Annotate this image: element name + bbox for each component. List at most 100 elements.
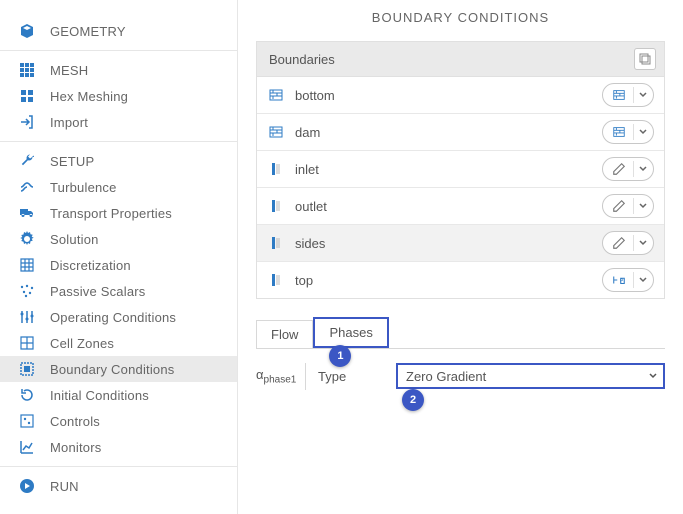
patch-icon bbox=[267, 271, 285, 289]
grid-icon bbox=[18, 61, 36, 79]
sidebar-item-label: Import bbox=[50, 115, 88, 130]
sidebar-item-transport-properties[interactable]: Transport Properties bbox=[0, 200, 237, 226]
sidebar-header-setup[interactable]: SETUP bbox=[0, 148, 237, 174]
tab-flow[interactable]: Flow bbox=[256, 320, 313, 348]
chevron-down-icon bbox=[633, 161, 649, 177]
wall-icon bbox=[611, 87, 627, 103]
sidebar-item-label: Transport Properties bbox=[50, 206, 172, 221]
sidebar-item-label: RUN bbox=[50, 479, 79, 494]
sidebar-header-run[interactable]: RUN bbox=[0, 473, 237, 499]
sidebar-item-label: Cell Zones bbox=[50, 336, 114, 351]
boundary-row-inlet[interactable]: inlet bbox=[257, 151, 664, 188]
boundary-row-dam[interactable]: dam bbox=[257, 114, 664, 151]
tab-label: Phases bbox=[329, 325, 372, 340]
patch-icon bbox=[267, 160, 285, 178]
boundary-type-selector[interactable]: P bbox=[602, 268, 654, 292]
boundary-name-label: top bbox=[295, 273, 602, 288]
pencil-icon bbox=[611, 198, 627, 214]
chevron-down-icon bbox=[633, 235, 649, 251]
sidebar-header-geometry[interactable]: GEOMETRY bbox=[0, 18, 237, 44]
alpha-phase-label: αphase1 bbox=[256, 363, 306, 390]
import-icon bbox=[18, 113, 36, 131]
sidebar-item-label: GEOMETRY bbox=[50, 24, 126, 39]
sidebar-item-import[interactable]: Import bbox=[0, 109, 237, 135]
sidebar-item-turbulence[interactable]: Turbulence bbox=[0, 174, 237, 200]
boundary-name-label: inlet bbox=[295, 162, 602, 177]
sidebar-item-monitors[interactable]: Monitors bbox=[0, 434, 237, 460]
swirl-icon bbox=[18, 178, 36, 196]
chevron-down-icon bbox=[633, 272, 649, 288]
boundary-type-selector[interactable] bbox=[602, 83, 654, 107]
main-panel: BOUNDARY CONDITIONS Boundaries bottom da… bbox=[238, 0, 683, 514]
boundaries-header-label: Boundaries bbox=[269, 52, 634, 67]
boundary-type-selector[interactable] bbox=[602, 231, 654, 255]
boundary-row-bottom[interactable]: bottom bbox=[257, 77, 664, 114]
wall-icon bbox=[611, 124, 627, 140]
boundaries-panel: Boundaries bottom dam bbox=[256, 41, 665, 299]
chevron-down-icon bbox=[633, 87, 649, 103]
svg-text:P: P bbox=[620, 279, 624, 285]
reset-icon bbox=[18, 386, 36, 404]
tab-label: Flow bbox=[271, 327, 298, 342]
boundary-row-outlet[interactable]: outlet bbox=[257, 188, 664, 225]
hex-icon bbox=[18, 87, 36, 105]
sidebar-item-controls[interactable]: Controls bbox=[0, 408, 237, 434]
sidebar-item-hex-meshing[interactable]: Hex Meshing bbox=[0, 83, 237, 109]
type-select[interactable]: Zero Gradient 2 bbox=[396, 363, 665, 389]
sidebar-item-operating-conditions[interactable]: Operating Conditions bbox=[0, 304, 237, 330]
chevron-down-icon bbox=[633, 198, 649, 214]
grid3-icon bbox=[18, 256, 36, 274]
sidebar-item-solution[interactable]: Solution bbox=[0, 226, 237, 252]
boundary-row-top[interactable]: top P bbox=[257, 262, 664, 298]
chevron-down-icon bbox=[633, 124, 649, 140]
sidebar-item-label: SETUP bbox=[50, 154, 94, 169]
scatter-icon bbox=[18, 282, 36, 300]
atmosphere-icon: P bbox=[611, 272, 627, 288]
chevron-down-icon bbox=[647, 371, 659, 381]
boundary-name-label: sides bbox=[295, 236, 602, 251]
patch-icon bbox=[267, 197, 285, 215]
sidebar-item-label: Monitors bbox=[50, 440, 101, 455]
sidebar-item-label: Solution bbox=[50, 232, 99, 247]
sidebar-item-passive-scalars[interactable]: Passive Scalars bbox=[0, 278, 237, 304]
wrench-icon bbox=[18, 152, 36, 170]
wall-icon bbox=[267, 123, 285, 141]
controls-icon bbox=[18, 412, 36, 430]
boundaries-header: Boundaries bbox=[257, 42, 664, 77]
boundary-type-selector[interactable] bbox=[602, 157, 654, 181]
sidebar-item-boundary-conditions[interactable]: Boundary Conditions bbox=[0, 356, 237, 382]
phase-type-row: αphase1 Type Zero Gradient 2 bbox=[256, 363, 665, 390]
play-icon bbox=[18, 477, 36, 495]
sidebar-item-label: Initial Conditions bbox=[50, 388, 149, 403]
gear-icon bbox=[18, 230, 36, 248]
sliders-icon bbox=[18, 308, 36, 326]
callout-2: 2 bbox=[402, 389, 424, 411]
sidebar-header-mesh[interactable]: MESH bbox=[0, 57, 237, 83]
page-title: BOUNDARY CONDITIONS bbox=[256, 10, 665, 25]
sidebar-item-label: Passive Scalars bbox=[50, 284, 145, 299]
sidebar-item-discretization[interactable]: Discretization bbox=[0, 252, 237, 278]
tab-phases[interactable]: Phases 1 bbox=[313, 317, 388, 348]
boundary-type-selector[interactable] bbox=[602, 194, 654, 218]
chart-icon bbox=[18, 438, 36, 456]
boundary-icon bbox=[18, 360, 36, 378]
sidebar-item-cell-zones[interactable]: Cell Zones bbox=[0, 330, 237, 356]
sidebar-item-label: Operating Conditions bbox=[50, 310, 176, 325]
pencil-icon bbox=[611, 161, 627, 177]
sidebar-item-label: Turbulence bbox=[50, 180, 117, 195]
sidebar-item-initial-conditions[interactable]: Initial Conditions bbox=[0, 382, 237, 408]
sidebar-item-label: Discretization bbox=[50, 258, 131, 273]
sidebar-item-label: Hex Meshing bbox=[50, 89, 128, 104]
copy-icon bbox=[639, 53, 651, 65]
sidebar: GEOMETRY MESH Hex Meshing Import bbox=[0, 0, 238, 514]
type-label: Type bbox=[306, 369, 396, 384]
zones-icon bbox=[18, 334, 36, 352]
boundary-row-sides[interactable]: sides bbox=[257, 225, 664, 262]
truck-icon bbox=[18, 204, 36, 222]
boundary-type-selector[interactable] bbox=[602, 120, 654, 144]
wall-icon bbox=[267, 86, 285, 104]
pencil-icon bbox=[611, 235, 627, 251]
type-select-value: Zero Gradient bbox=[406, 369, 486, 384]
sidebar-item-label: MESH bbox=[50, 63, 88, 78]
copy-button[interactable] bbox=[634, 48, 656, 70]
